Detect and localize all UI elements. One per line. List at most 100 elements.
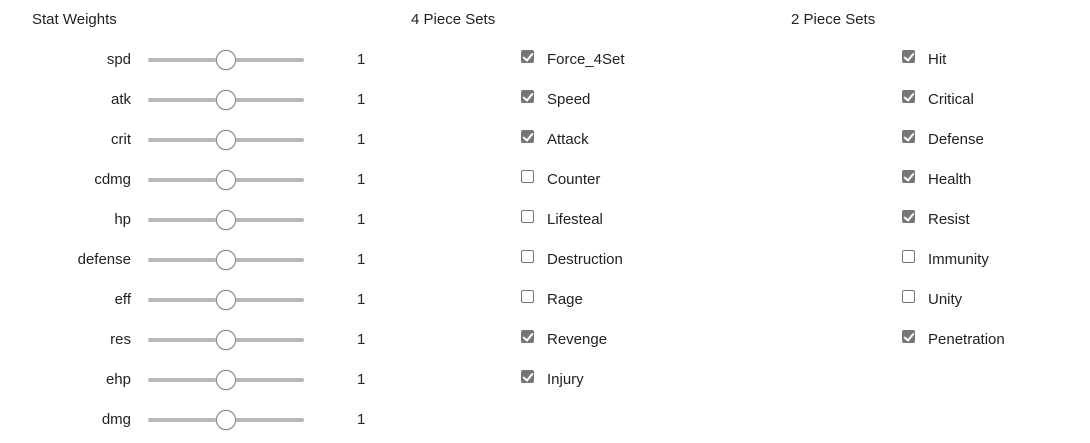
stat-label: res: [110, 331, 131, 348]
checkbox[interactable]: [902, 170, 915, 183]
four-set-destruction[interactable]: Destruction: [521, 240, 721, 280]
two-set-immunity[interactable]: Immunity: [902, 240, 1090, 280]
four-set-rage[interactable]: Rage: [521, 280, 721, 320]
four-set-injury[interactable]: Injury: [521, 360, 721, 400]
stat-label: defense: [77, 251, 131, 268]
stat-value: 1: [357, 171, 366, 188]
checkbox[interactable]: [521, 50, 534, 63]
checkbox-label[interactable]: Lifesteal: [547, 211, 603, 228]
checkbox[interactable]: [902, 250, 915, 263]
stat-slider-ehp[interactable]: [148, 370, 304, 390]
set-optimizer-panel: Stat Weights 4 Piece Sets 2 Piece Sets s…: [0, 0, 1090, 443]
checkbox-label[interactable]: Penetration: [928, 331, 1005, 348]
stat-label: spd: [106, 51, 131, 68]
checkbox-label[interactable]: Critical: [928, 91, 974, 108]
stat-slider-defense[interactable]: [148, 250, 304, 270]
checkbox-label[interactable]: Defense: [928, 131, 984, 148]
two-set-resist[interactable]: Resist: [902, 200, 1090, 240]
checkbox-label[interactable]: Hit: [928, 51, 946, 68]
checkbox[interactable]: [902, 330, 915, 343]
stat-label: atk: [110, 91, 131, 108]
slider-thumb[interactable]: [216, 210, 236, 230]
stat-label: ehp: [105, 371, 131, 388]
two-set-hit[interactable]: Hit: [902, 40, 1090, 80]
checkbox[interactable]: [521, 250, 534, 263]
stat-value: 1: [357, 211, 366, 228]
checkbox-label[interactable]: Force_4Set: [547, 51, 625, 68]
checkbox[interactable]: [902, 130, 915, 143]
stat-row-cdmg: cdmg 1: [0, 160, 380, 200]
stat-row-dmg: dmg 1: [0, 400, 380, 440]
slider-thumb[interactable]: [216, 370, 236, 390]
stat-value: 1: [357, 411, 366, 428]
stat-row-atk: atk 1: [0, 80, 380, 120]
stat-value: 1: [357, 131, 366, 148]
two-set-critical[interactable]: Critical: [902, 80, 1090, 120]
stat-label: dmg: [101, 411, 131, 428]
checkbox[interactable]: [902, 90, 915, 103]
stat-slider-crit[interactable]: [148, 130, 304, 150]
two-set-defense[interactable]: Defense: [902, 120, 1090, 160]
checkbox[interactable]: [521, 370, 534, 383]
checkbox-label[interactable]: Speed: [547, 91, 590, 108]
stat-slider-spd[interactable]: [148, 50, 304, 70]
stat-value: 1: [357, 51, 366, 68]
checkbox[interactable]: [521, 290, 534, 303]
two-set-penetration[interactable]: Penetration: [902, 320, 1090, 360]
stat-value: 1: [357, 91, 366, 108]
checkbox-label[interactable]: Attack: [547, 131, 589, 148]
slider-thumb[interactable]: [216, 50, 236, 70]
stat-label: hp: [114, 211, 131, 228]
two-piece-sets-title: 2 Piece Sets: [791, 11, 876, 28]
four-set-counter[interactable]: Counter: [521, 160, 721, 200]
checkbox[interactable]: [521, 170, 534, 183]
two-set-health[interactable]: Health: [902, 160, 1090, 200]
checkbox[interactable]: [521, 330, 534, 343]
stat-row-crit: crit 1: [0, 120, 380, 160]
slider-thumb[interactable]: [216, 290, 236, 310]
checkbox-label[interactable]: Rage: [547, 291, 583, 308]
checkbox[interactable]: [902, 210, 915, 223]
stat-value: 1: [357, 371, 366, 388]
stat-value: 1: [357, 251, 366, 268]
checkbox-label[interactable]: Health: [928, 171, 971, 188]
stat-slider-dmg[interactable]: [148, 410, 304, 430]
stat-weights-title: Stat Weights: [32, 11, 117, 28]
checkbox[interactable]: [521, 90, 534, 103]
checkbox-label[interactable]: Destruction: [547, 251, 623, 268]
checkbox-label[interactable]: Injury: [547, 371, 584, 388]
checkbox[interactable]: [902, 290, 915, 303]
four-piece-sets-title: 4 Piece Sets: [411, 11, 496, 28]
four-set-lifesteal[interactable]: Lifesteal: [521, 200, 721, 240]
stat-slider-hp[interactable]: [148, 210, 304, 230]
slider-thumb[interactable]: [216, 250, 236, 270]
checkbox-label[interactable]: Immunity: [928, 251, 989, 268]
stat-slider-res[interactable]: [148, 330, 304, 350]
stat-value: 1: [357, 291, 366, 308]
slider-thumb[interactable]: [216, 130, 236, 150]
stat-row-spd: spd 1: [0, 40, 380, 80]
stat-row-res: res 1: [0, 320, 380, 360]
four-set-revenge[interactable]: Revenge: [521, 320, 721, 360]
four-set-force-4set[interactable]: Force_4Set: [521, 40, 721, 80]
stat-value: 1: [357, 331, 366, 348]
checkbox-label[interactable]: Resist: [928, 211, 970, 228]
checkbox[interactable]: [521, 130, 534, 143]
stat-slider-atk[interactable]: [148, 90, 304, 110]
stat-row-defense: defense 1: [0, 240, 380, 280]
checkbox-label[interactable]: Revenge: [547, 331, 607, 348]
stat-label: eff: [114, 291, 131, 308]
two-set-unity[interactable]: Unity: [902, 280, 1090, 320]
checkbox-label[interactable]: Unity: [928, 291, 962, 308]
slider-thumb[interactable]: [216, 90, 236, 110]
slider-thumb[interactable]: [216, 330, 236, 350]
slider-thumb[interactable]: [216, 170, 236, 190]
four-set-attack[interactable]: Attack: [521, 120, 721, 160]
slider-thumb[interactable]: [216, 410, 236, 430]
four-set-speed[interactable]: Speed: [521, 80, 721, 120]
checkbox[interactable]: [902, 50, 915, 63]
stat-slider-eff[interactable]: [148, 290, 304, 310]
checkbox[interactable]: [521, 210, 534, 223]
checkbox-label[interactable]: Counter: [547, 171, 600, 188]
stat-slider-cdmg[interactable]: [148, 170, 304, 190]
